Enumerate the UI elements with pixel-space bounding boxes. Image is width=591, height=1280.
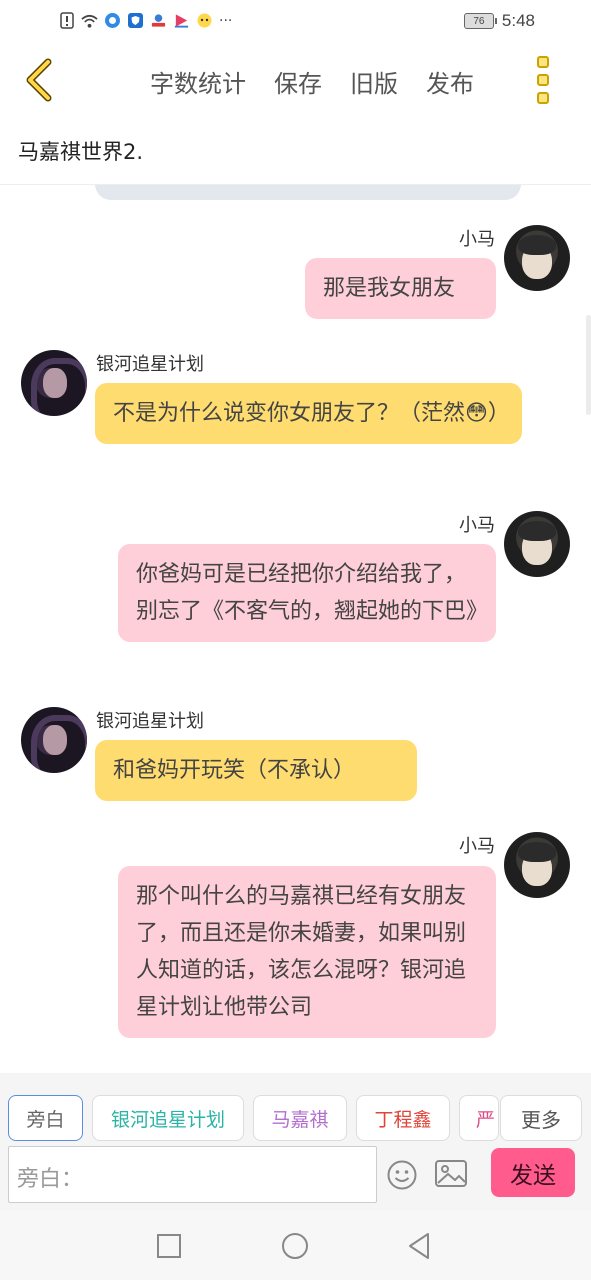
avatar[interactable] — [21, 350, 87, 416]
sender-name: 小马 — [459, 515, 495, 536]
back-nav-button[interactable] — [404, 1231, 434, 1261]
scrollbar[interactable] — [586, 315, 591, 415]
image-button[interactable] — [434, 1159, 468, 1189]
smiley-icon — [387, 1160, 417, 1190]
alert-icon — [58, 12, 75, 29]
app-icon-4 — [173, 12, 190, 29]
system-nav-bar — [0, 1211, 591, 1280]
document-title[interactable]: 马嘉祺世界2. — [18, 136, 143, 166]
circle-icon — [282, 1233, 308, 1259]
role-label: 丁程鑫 — [374, 1108, 432, 1131]
battery-icon: 76 — [463, 13, 497, 29]
message-bubble[interactable]: 那是我女朋友 — [305, 258, 496, 319]
message-input[interactable]: 旁白： — [8, 1146, 377, 1203]
back-button[interactable] — [20, 56, 60, 104]
avatar[interactable] — [504, 225, 570, 291]
sender-name: 银河追星计划 — [96, 354, 204, 375]
sender-name: 小马 — [459, 836, 495, 857]
app-icon-3 — [150, 12, 167, 29]
role-tab-dingchengxin[interactable]: 丁程鑫 — [356, 1095, 450, 1141]
role-selector: 旁白 银河追星计划 马嘉祺 丁程鑫 严 — [8, 1095, 499, 1141]
bee-app-icon — [196, 12, 213, 29]
avatar[interactable] — [504, 511, 570, 577]
status-bar: ··· 76 5:48 — [0, 0, 591, 44]
home-button[interactable] — [280, 1231, 310, 1261]
send-button[interactable]: 发送 — [491, 1148, 575, 1197]
role-tab-yan[interactable]: 严 — [459, 1095, 499, 1141]
chat-area[interactable]: 小马 那是我女朋友 银河追星计划 不是为什么说变你女朋友了？（茫然😳） 小马 你… — [0, 185, 591, 1073]
message-bubble[interactable]: 不是为什么说变你女朋友了？（茫然😳） — [95, 383, 522, 444]
app-icon-1 — [104, 12, 121, 29]
sender-name: 小马 — [459, 229, 495, 250]
role-label: 马嘉祺 — [271, 1108, 329, 1131]
message-bubble[interactable]: 那个叫什么的马嘉祺已经有女朋友了，而且还是你未婚妻，如果叫别人知道的话，该怎么混… — [118, 866, 496, 1038]
emoji-button[interactable] — [386, 1159, 418, 1191]
more-notifications-icon: ··· — [219, 12, 233, 29]
word-count-button[interactable]: 字数统计 — [150, 64, 246, 99]
clock: 5:48 — [501, 11, 535, 30]
menu-dot-icon — [537, 74, 549, 86]
triangle-back-icon — [409, 1233, 429, 1259]
menu-dot-icon — [537, 92, 549, 104]
role-label: 旁白 — [26, 1108, 65, 1131]
avatar[interactable] — [21, 707, 87, 773]
shield-app-icon — [127, 12, 144, 29]
message-bubble[interactable]: 和爸妈开玩笑（不承认） — [95, 740, 417, 801]
sender-name: 银河追星计划 — [96, 711, 204, 732]
recent-apps-button[interactable] — [154, 1231, 184, 1261]
role-label: 严 — [476, 1108, 496, 1131]
more-roles-button[interactable]: 更多 — [500, 1095, 582, 1141]
avatar[interactable] — [504, 832, 570, 898]
square-icon — [157, 1234, 181, 1258]
status-right: 76 5:48 — [463, 11, 535, 31]
image-icon — [435, 1160, 467, 1187]
save-button[interactable]: 保存 — [274, 64, 322, 99]
role-tab-narration[interactable]: 旁白 — [8, 1095, 83, 1141]
message-bubble[interactable]: 你爸妈可是已经把你介绍给我了，别忘了《不客气的，翘起她的下巴》 — [118, 544, 496, 642]
role-tab-galaxy[interactable]: 银河追星计划 — [92, 1095, 244, 1141]
old-version-button[interactable]: 旧版 — [350, 64, 398, 99]
chevron-left-icon — [26, 58, 52, 102]
toolbar-actions: 字数统计 保存 旧版 发布 — [150, 64, 474, 99]
menu-dot-icon — [537, 56, 549, 68]
status-icons: ··· — [58, 12, 232, 29]
partial-message-bubble — [95, 185, 521, 200]
composer-panel: 旁白 银河追星计划 马嘉祺 丁程鑫 严 更多 旁白： 发送 — [0, 1073, 591, 1211]
role-label: 银河追星计划 — [110, 1108, 225, 1131]
role-tab-majiaqi[interactable]: 马嘉祺 — [253, 1095, 347, 1141]
publish-button[interactable]: 发布 — [426, 64, 474, 99]
more-menu-button[interactable] — [533, 56, 553, 104]
wifi-icon — [81, 12, 98, 29]
editor-toolbar: 字数统计 保存 旧版 发布 — [0, 44, 591, 116]
